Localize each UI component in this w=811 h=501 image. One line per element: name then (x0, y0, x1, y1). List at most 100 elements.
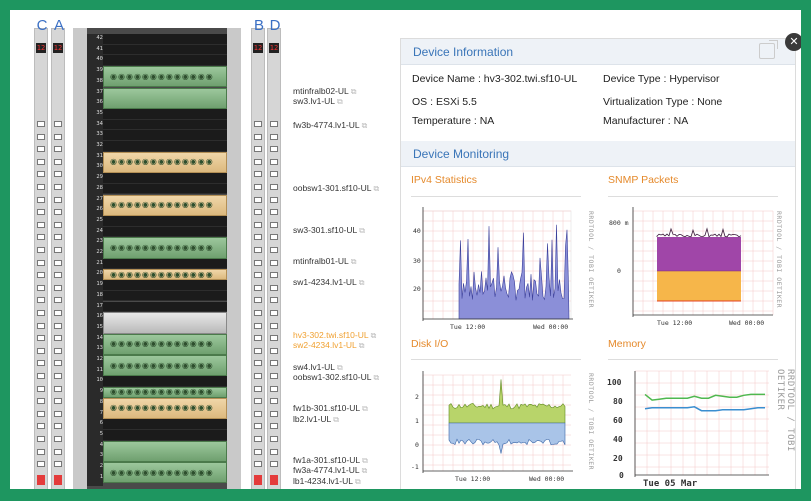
rack-unit-number: 8 (99, 398, 103, 405)
rack-slot[interactable] (103, 130, 227, 141)
external-link-icon[interactable]: ⧉ (355, 477, 361, 486)
rack-slot[interactable] (103, 173, 227, 184)
external-link-icon[interactable]: ⧉ (362, 121, 368, 130)
rack-slot[interactable] (103, 34, 227, 45)
external-link-icon[interactable]: ⧉ (359, 341, 365, 350)
rack-device[interactable]: ◉◉◉◉◉◉◉◉◉◉◉◉◉ (103, 397, 227, 420)
pdu-strip-d[interactable]: D 12 (267, 17, 281, 490)
rack-device[interactable] (103, 87, 227, 109)
rack-device[interactable]: ◉◉◉◉◉◉◉◉◉◉◉◉◉ (103, 237, 227, 259)
rack-device-label[interactable]: sw1-4234.lv1-UL ⧉ (293, 277, 365, 288)
external-link-icon[interactable]: ⧉ (373, 373, 379, 382)
rack-slot[interactable] (103, 290, 227, 302)
ipv4-chart[interactable]: 40 30 20 Tue 12:00 Wed 00:00 (405, 203, 585, 335)
rack-slot[interactable] (103, 55, 227, 67)
rack-slot[interactable] (103, 141, 227, 152)
rack-device-label[interactable]: fw3b-4774.lv1-UL ⧉ (293, 120, 367, 131)
rack-unit-number: 30 (96, 163, 103, 170)
pdu-socket-icon (37, 335, 45, 342)
external-link-icon[interactable]: ⧉ (359, 226, 365, 235)
rack-slot[interactable] (103, 258, 227, 270)
pdu-socket-icon (54, 171, 62, 178)
divider (608, 196, 778, 197)
external-link-icon[interactable]: ⧉ (373, 184, 379, 193)
rack-device-label[interactable]: lb2.lv1-UL ⧉ (293, 414, 339, 425)
external-link-icon[interactable]: ⧉ (337, 363, 343, 372)
rack-device[interactable]: ◉◉◉◉◉◉◉◉◉◉◉◉◉ (103, 387, 227, 398)
rack-slot[interactable] (103, 226, 227, 238)
rack-device-label[interactable]: fw1b-301.sf10-UL ⧉ (293, 403, 368, 414)
pdu-socket-icon (254, 121, 262, 127)
ipv4-watermark: RRDTOOL / TOBI OETIKER (587, 211, 595, 309)
rack-device[interactable]: ◉◉◉◉◉◉◉◉◉◉◉◉◉ (103, 462, 227, 484)
rack-slot[interactable] (103, 280, 227, 291)
rack-slot[interactable] (103, 183, 227, 195)
rack-slot[interactable] (103, 429, 227, 441)
disk-ytick: 0 (415, 441, 419, 449)
virtualization-label: Virtualization Type : (603, 96, 695, 108)
rack-device[interactable]: ◉◉◉◉◉◉◉◉◉◉◉◉◉ (103, 194, 227, 216)
pdu-socket-icon (54, 259, 62, 266)
rack-unit-number: 7 (99, 409, 103, 416)
pdu-strip-b[interactable]: B 12 (251, 17, 265, 490)
pdu-socket-icon (270, 373, 278, 379)
rack-device-label-text: lb2.lv1-UL (293, 414, 332, 424)
os-row: OS : ESXi 5.5 (412, 96, 477, 108)
pdu-socket-icon (270, 259, 278, 266)
close-icon[interactable]: ✕ (785, 33, 803, 51)
rack-slot[interactable] (103, 376, 227, 388)
pdu-socket-icon (254, 448, 262, 455)
external-link-icon[interactable]: ⧉ (337, 97, 343, 106)
rack-device[interactable] (103, 440, 227, 462)
snmp-chart[interactable]: 800 m 0 Tue 12:00 Wed 00:00 (605, 203, 775, 335)
rack-device-label[interactable]: mtinfralb01-UL ⧉ (293, 256, 356, 267)
rack-device[interactable]: ◉◉◉◉◉◉◉◉◉◉◉◉◉ (103, 269, 227, 281)
rack-device-label[interactable]: fw3a-4774.lv1-UL ⧉ (293, 465, 367, 476)
pdu-power-icon (254, 475, 262, 485)
rack-slot[interactable] (103, 44, 227, 56)
rack-slot[interactable] (103, 119, 227, 131)
drive-bay-icons: ◉◉◉◉◉◉◉◉◉◉◉◉◉ (110, 71, 214, 81)
disk-io-chart[interactable]: 2 1 0 -1 Tue 12:00 Wed 00:00 (405, 365, 585, 487)
external-link-icon[interactable]: ⧉ (351, 257, 357, 266)
rack-device-label-text: fw3b-4774.lv1-UL (293, 120, 360, 130)
rack-device-label[interactable]: sw2-4234.lv1-UL ⧉ (293, 340, 365, 351)
rack-slot[interactable] (103, 108, 227, 120)
rack-unit-number: 5 (99, 430, 103, 437)
rack-device[interactable]: ◉◉◉◉◉◉◉◉◉◉◉◉◉ (103, 333, 227, 355)
pdu-socket-icon (270, 121, 278, 127)
rack-device-label[interactable]: sw3-301.sf10-UL ⧉ (293, 225, 365, 236)
snmp-title: SNMP Packets (608, 174, 679, 186)
external-link-icon[interactable]: ⧉ (362, 456, 368, 465)
pdu-socket-icon (254, 297, 262, 304)
rack-device[interactable] (103, 312, 227, 334)
rack-device-label-text: oobsw1-302.sf10-UL (293, 372, 372, 382)
rack-device-label[interactable]: oobsw1-301.sf10-UL ⧉ (293, 183, 379, 194)
pdu-strip-a[interactable]: A 12 (51, 17, 65, 490)
external-link-icon[interactable] (759, 40, 778, 59)
rack-device-label[interactable]: sw3.lv1-UL ⧉ (293, 96, 343, 107)
external-link-icon[interactable]: ⧉ (333, 415, 339, 424)
rack-device[interactable]: ◉◉◉◉◉◉◉◉◉◉◉◉◉ (103, 355, 227, 377)
rack-slot[interactable] (103, 419, 227, 430)
memory-chart[interactable]: 100 80 60 40 20 0 Tue 05 Mar (605, 365, 771, 487)
pdu-socket-icon (270, 410, 278, 417)
rack-slot[interactable] (103, 215, 227, 227)
pdu-socket-icon (37, 297, 45, 304)
rack-slot[interactable] (103, 301, 227, 313)
rack-device[interactable]: ◉◉◉◉◉◉◉◉◉◉◉◉◉ (103, 151, 227, 174)
drive-bay-icons: ◉◉◉◉◉◉◉◉◉◉◉◉◉ (110, 157, 214, 167)
pdu-power-icon (37, 475, 45, 485)
rack-device-label-text: hv3-302.twi.sf10-UL (293, 330, 369, 340)
rack-device-label[interactable]: lb1-4234.lv1-UL ⧉ (293, 476, 361, 487)
device-type-value: Hypervisor (669, 73, 720, 85)
external-link-icon[interactable]: ⧉ (362, 466, 368, 475)
rack-device-label[interactable]: oobsw1-302.sf10-UL ⧉ (293, 372, 379, 383)
external-link-icon[interactable]: ⧉ (362, 404, 368, 413)
pdu-strip-c[interactable]: C 12 (34, 17, 48, 490)
external-link-icon[interactable]: ⧉ (371, 331, 377, 340)
external-link-icon[interactable]: ⧉ (359, 278, 365, 287)
manufacturer-label: Manufacturer : (603, 115, 671, 127)
rack-device[interactable]: ◉◉◉◉◉◉◉◉◉◉◉◉◉ (103, 66, 227, 88)
external-link-icon[interactable]: ⧉ (351, 87, 357, 96)
